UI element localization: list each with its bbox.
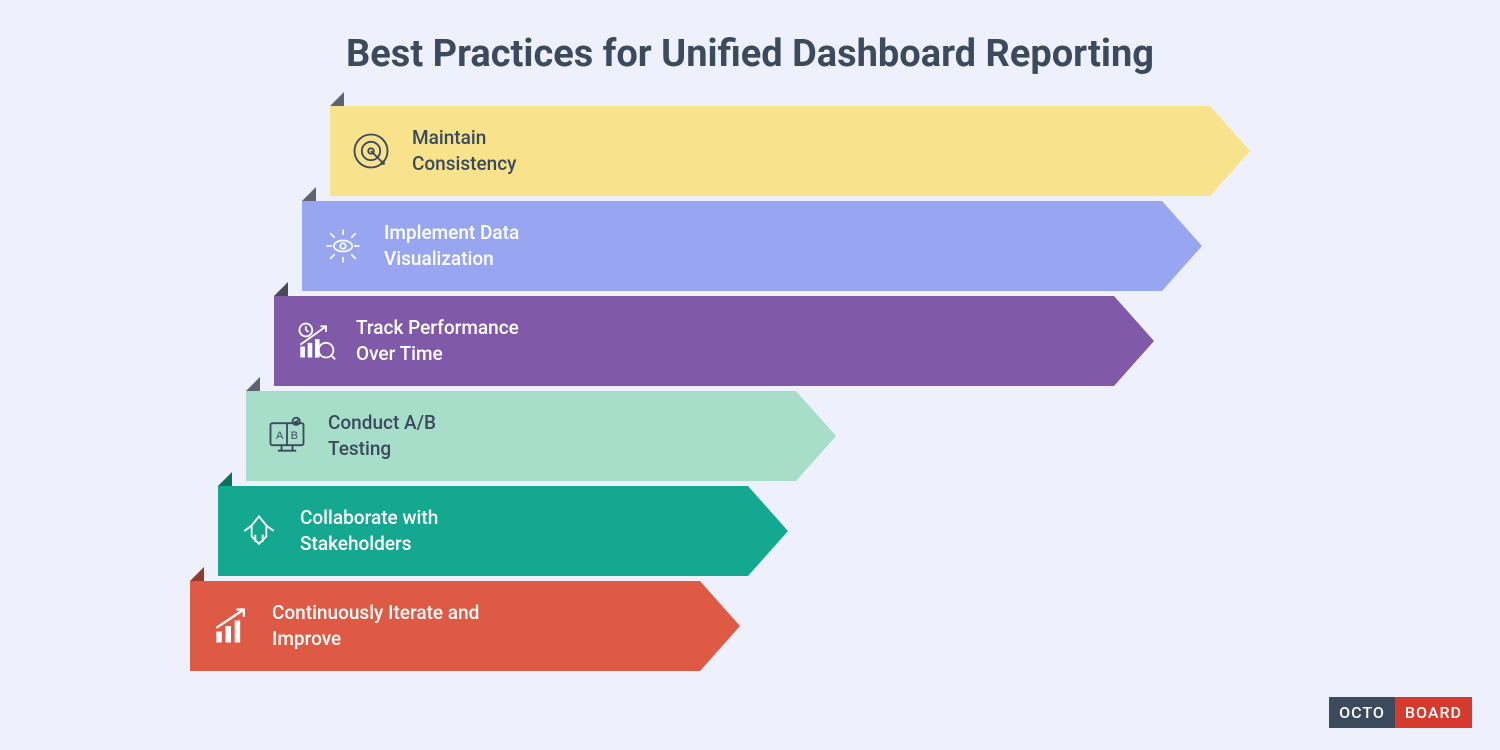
- arrow-bar: Track Performance Over Time: [274, 296, 1154, 386]
- diagram-row: Collaborate with Stakeholders: [190, 486, 1290, 576]
- row-label: Track Performance Over Time: [356, 315, 519, 366]
- chart-clock-icon: [292, 318, 338, 364]
- row-label: Implement Data Visualization: [384, 220, 519, 271]
- arrow-bar: Maintain Consistency: [330, 106, 1250, 196]
- arrow-head: [796, 391, 836, 481]
- row-label: Collaborate with Stakeholders: [300, 505, 438, 556]
- diagram-row: A B Conduct A/B Testing: [190, 391, 1290, 481]
- diagram-row: Implement Data Visualization: [190, 201, 1290, 291]
- row-label: Conduct A/B Testing: [328, 410, 436, 461]
- arrow-bar: Continuously Iterate and Improve: [190, 581, 740, 671]
- logo-right: BOARD: [1395, 697, 1472, 728]
- svg-text:B: B: [291, 430, 298, 442]
- diagram-row: Continuously Iterate and Improve: [190, 581, 1290, 671]
- logo-left: OCTO: [1329, 697, 1395, 728]
- arrow-head: [1210, 106, 1250, 196]
- row-notch: [190, 567, 204, 581]
- eye-focus-icon: [320, 223, 366, 269]
- row-notch: [246, 377, 260, 391]
- row-notch: [330, 92, 344, 106]
- diagram-row: Track Performance Over Time: [190, 296, 1290, 386]
- row-notch: [218, 472, 232, 486]
- arrow-head: [1162, 201, 1202, 291]
- arrow-bar: A B Conduct A/B Testing: [246, 391, 836, 481]
- hands-icon: [236, 508, 282, 554]
- arrow-head: [748, 486, 788, 576]
- row-label: Continuously Iterate and Improve: [272, 600, 479, 651]
- brand-logo: OCTO BOARD: [1329, 697, 1472, 728]
- svg-text:A: A: [276, 430, 284, 442]
- row-label: Maintain Consistency: [412, 125, 516, 176]
- arrow-head: [1114, 296, 1154, 386]
- arrow-bar: Collaborate with Stakeholders: [218, 486, 788, 576]
- arrow-head: [700, 581, 740, 671]
- row-notch: [274, 282, 288, 296]
- page-title: Best Practices for Unified Dashboard Rep…: [0, 0, 1500, 76]
- ab-test-icon: A B: [264, 413, 310, 459]
- arrow-diagram: Maintain Consistency: [190, 106, 1290, 671]
- diagram-row: Maintain Consistency: [190, 106, 1290, 196]
- arrow-bar: Implement Data Visualization: [302, 201, 1202, 291]
- growth-icon: [208, 603, 254, 649]
- target-icon: [348, 128, 394, 174]
- row-notch: [302, 187, 316, 201]
